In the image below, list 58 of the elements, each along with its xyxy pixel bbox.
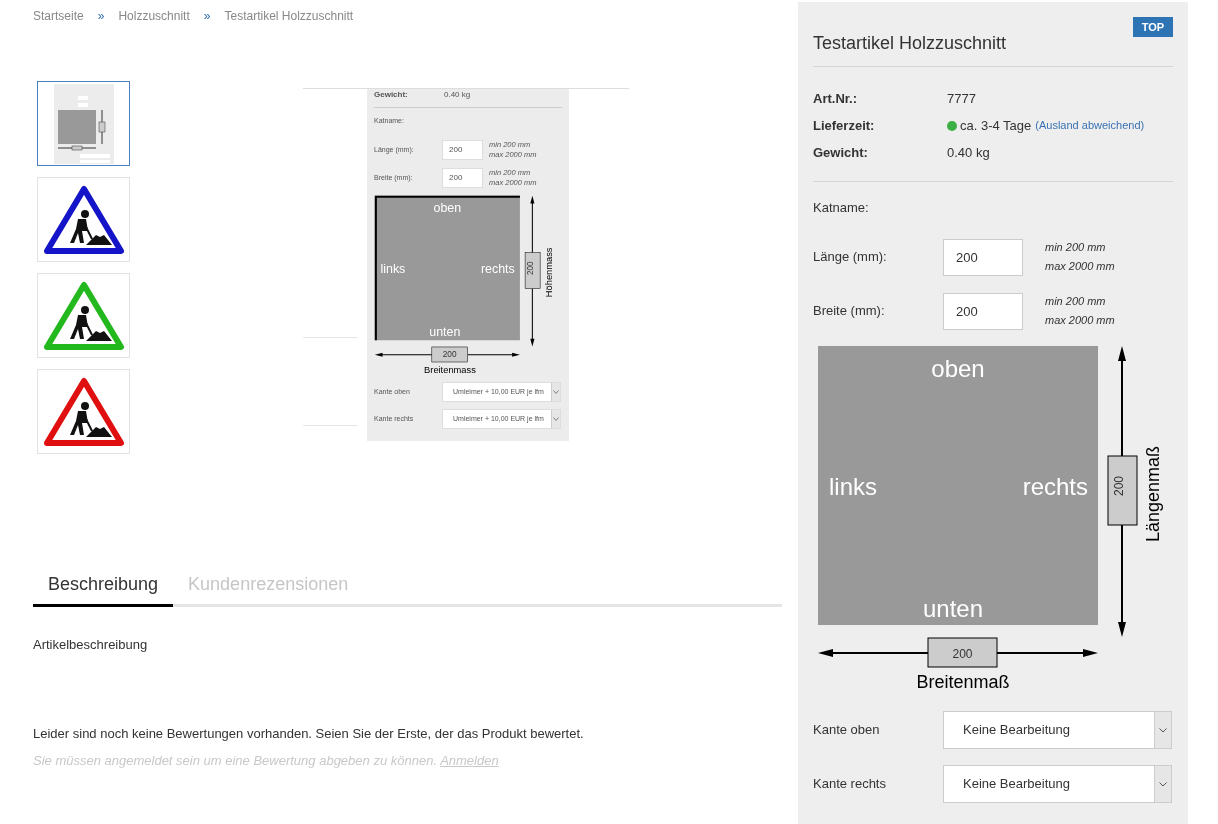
spec-value: 0.40 kg (947, 143, 990, 162)
spec-value: 7777 (947, 89, 976, 108)
breadcrumb-link[interactable]: Holzzuschnitt (118, 7, 190, 25)
spec-label: Gewicht: (813, 143, 869, 162)
breadcrumb-link[interactable]: Startseite (33, 7, 84, 25)
product-title: Testartikel Holzzuschnitt (813, 32, 1007, 54)
select-field[interactable]: Keine Bearbeitung (943, 711, 1172, 749)
tab[interactable]: Beschreibung (33, 564, 174, 607)
top-badge: TOP (1133, 17, 1173, 37)
edge-label: oben (433, 200, 462, 215)
spec-value: ca. 3-4 Tage (960, 116, 1032, 135)
edge-label: links (829, 473, 877, 500)
caret-icon (551, 383, 560, 401)
thumbnail[interactable] (37, 81, 130, 166)
field-label: Länge (mm): (813, 248, 888, 267)
spec-label: Lieferzeit: (813, 116, 876, 135)
spec-label: Art.Nr.: (813, 89, 859, 108)
range-hint: max 2000 mm (1045, 259, 1115, 274)
caret-icon (551, 410, 560, 428)
shipping-link[interactable]: (Ausland abweichend) (1035, 117, 1145, 134)
range-hint: min 200 mm (1045, 240, 1107, 255)
field-label: Kante oben (813, 721, 881, 740)
edge-label: oben (931, 355, 985, 382)
field-label: Kante rechts (813, 775, 887, 794)
description-text: Artikelbeschreibung (33, 636, 149, 654)
breadcrumb-current: Testartikel Holzzuschnitt (224, 8, 354, 25)
dimension-value: 200 (431, 346, 468, 363)
number-field[interactable]: 200 (442, 140, 483, 160)
edge-label: rechts (480, 261, 515, 276)
dimension-label: Höhenmass (543, 247, 554, 298)
dimension-value: 200 (927, 637, 998, 668)
number-field[interactable]: 200 (943, 292, 1023, 330)
edge-label: unten (429, 325, 461, 340)
edge-label: unten (922, 595, 984, 622)
select-field[interactable]: Keine Bearbeitung (943, 765, 1172, 803)
worker-icon (69, 305, 112, 341)
breadcrumb-separator: » (97, 8, 105, 25)
spec-label: Gewicht: (374, 90, 409, 100)
breadcrumb-separator: » (203, 8, 211, 25)
caret-icon (1154, 712, 1171, 748)
number-field[interactable]: 200 (442, 168, 483, 188)
number-field[interactable]: 200 (943, 238, 1023, 276)
edge-label: links (380, 261, 406, 276)
range-hint: max 2000 mm (1045, 313, 1115, 328)
field-label: Katname: (813, 199, 869, 217)
field-label: Breite (mm): (813, 302, 886, 321)
reviews-note: Leider sind noch keine Bewertungen vorhanden. Seien Sie der Erste, der das Produkt bewertet. (33, 725, 585, 743)
dimension-label: Längenmaß (1143, 445, 1163, 543)
dimension-value: 200 (524, 252, 541, 289)
edge-label: rechts (1022, 473, 1088, 500)
range-hint: min 200 mm (1045, 294, 1107, 309)
dimension-value: 200 (1107, 455, 1138, 526)
dimension-label: Breitenmaß (916, 672, 1010, 692)
spec-value: 0.40 kg (444, 90, 471, 100)
worker-icon (69, 209, 112, 245)
caret-icon (1154, 766, 1171, 802)
dimension-label: Breitenmass (424, 364, 476, 375)
worker-icon (69, 401, 112, 437)
